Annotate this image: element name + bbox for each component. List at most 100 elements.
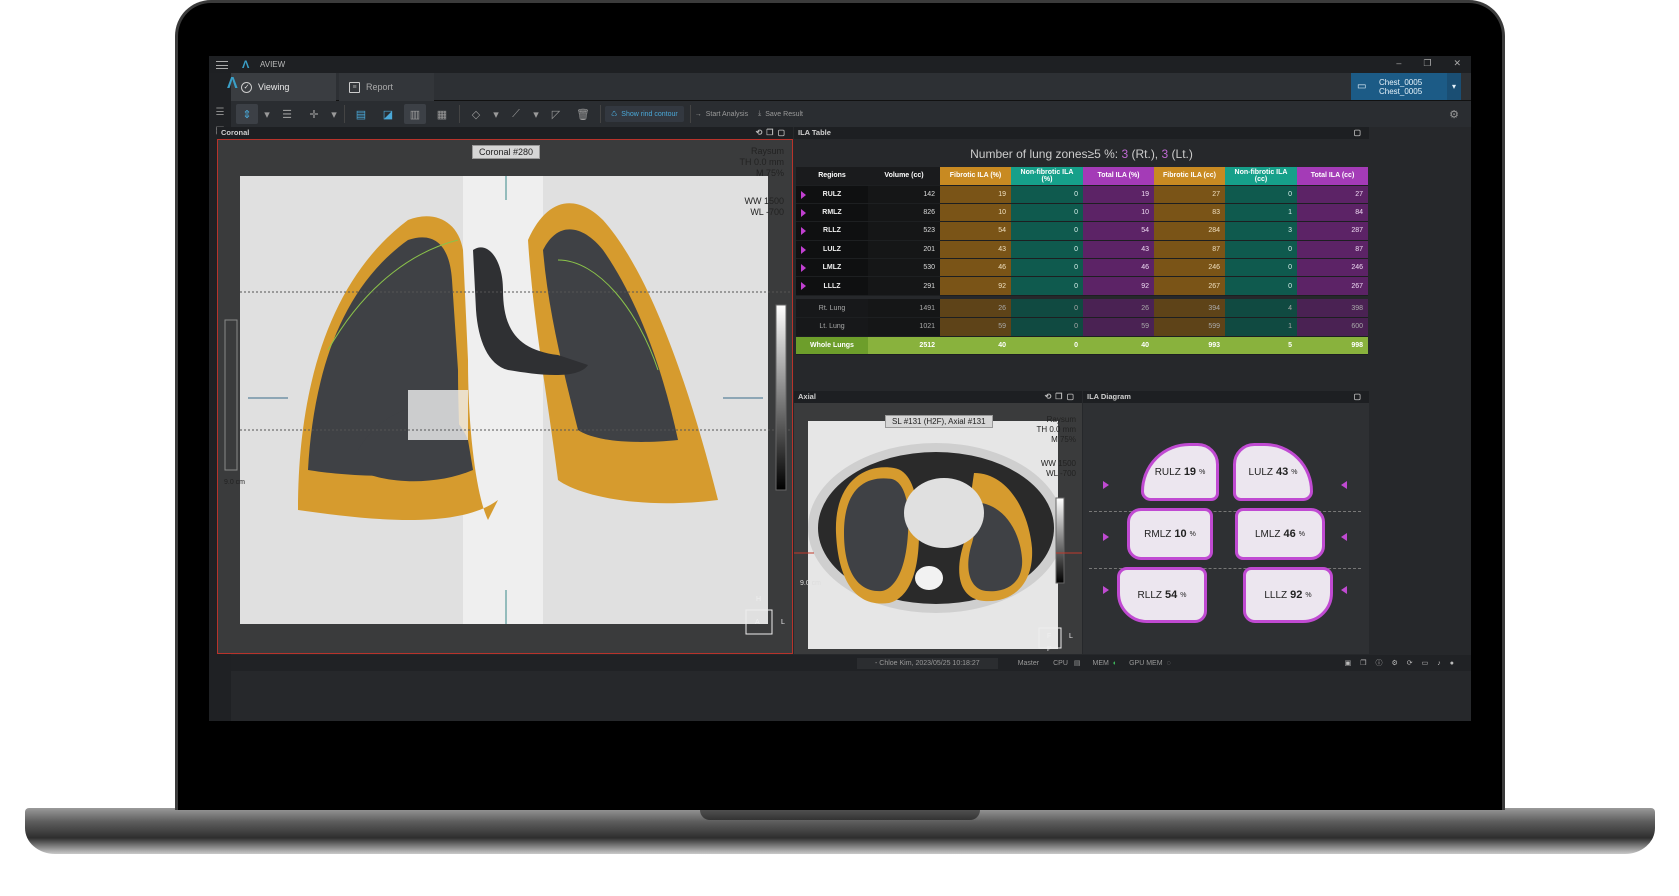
sync-icon[interactable]: ⟳ — [1407, 660, 1422, 667]
menu-icon[interactable] — [216, 60, 228, 69]
compare-icon[interactable]: ▦ — [431, 104, 453, 124]
lobe-lulz[interactable]: LULZ 43% — [1233, 443, 1313, 501]
tab-report-label: Report — [366, 82, 394, 92]
lobe-name: LLLZ — [1264, 589, 1288, 601]
chevron-down-icon[interactable]: ▾ — [532, 104, 540, 124]
annotation-icon[interactable]: ◸ — [545, 104, 567, 124]
lobe-value: 10 — [1174, 528, 1187, 540]
tab-report[interactable]: ≡ Report — [339, 73, 434, 101]
expand-row-icon[interactable] — [801, 208, 806, 217]
eraser-icon[interactable]: ◇ — [465, 104, 487, 124]
coronal-viewport[interactable]: Coronal #280 Raysum TH 0.0 mm M 75% WW 1… — [217, 139, 793, 654]
table-row[interactable]: LMLZ 530 46 0 46 246 0 246 — [796, 258, 1368, 278]
col-header: Non-fibrotic ILA (%) — [1011, 167, 1083, 186]
cell-text: Lt. Lung — [819, 323, 845, 331]
lobe-lllz[interactable]: LLLZ 92% — [1243, 567, 1333, 623]
value-cell: 92 — [940, 276, 1011, 296]
lobe-rllz[interactable]: RLLZ 54% — [1117, 567, 1207, 623]
expand-right-arrow-icon[interactable] — [1103, 586, 1109, 594]
lobe-rulz[interactable]: RULZ 19% — [1141, 443, 1219, 501]
region-cell: Lt. Lung — [796, 317, 868, 337]
info-line: Raysum — [750, 146, 784, 156]
chevron-down-icon[interactable]: ▾ — [492, 104, 500, 124]
lt-zone-count: 3 — [1161, 147, 1169, 161]
copy-icon[interactable]: ❐ — [1360, 660, 1375, 667]
value-cell: 0 — [1011, 317, 1083, 337]
tab-bar: ✓ Viewing ≡ Report — [209, 73, 1471, 101]
axial-scale-label: 9.0 cm — [800, 580, 822, 587]
table-row[interactable]: LULZ 201 43 0 43 87 0 87 — [796, 240, 1368, 260]
expand-row-icon[interactable] — [801, 264, 806, 273]
cell-text: 87 — [1212, 245, 1220, 253]
rt-label: (Rt.), — [1131, 147, 1159, 161]
navigate-tool-icon[interactable]: ⇕ — [236, 104, 258, 124]
expand-left-arrow-icon[interactable] — [1341, 533, 1347, 541]
expand-left-arrow-icon[interactable] — [1341, 481, 1347, 489]
info-line: TH 0.0 mm — [739, 157, 784, 167]
aview-logo-icon: Λ — [242, 58, 250, 71]
user-icon[interactable]: ● — [1450, 660, 1463, 667]
list-icon[interactable]: ☰ — [213, 107, 227, 119]
patient-selector[interactable]: ▭ Chest_0005 Chest_0005 ▾ — [1351, 73, 1461, 100]
show-rind-contour-button[interactable]: ♺ Show rind contour — [605, 106, 684, 122]
gear-icon[interactable]: ⚙ — [1391, 660, 1406, 667]
region-cell: LMLZ — [796, 258, 868, 278]
lobe-lmlz[interactable]: LMLZ 46% — [1235, 508, 1325, 560]
patient-list-icon[interactable]: ☰ — [276, 104, 298, 124]
tab-viewing[interactable]: ✓ Viewing — [231, 73, 336, 101]
cell-text: 87 — [1355, 245, 1363, 253]
value-cell: 0 — [1225, 185, 1297, 204]
settings-panel-icon[interactable]: ⚙ — [1443, 104, 1465, 124]
expand-row-icon[interactable] — [801, 245, 806, 254]
chevron-down-icon[interactable]: ▾ — [330, 104, 338, 124]
report-icon: ≡ — [349, 81, 360, 93]
series-icon[interactable]: ▥ — [404, 104, 426, 124]
cell-text: 4 — [1288, 304, 1292, 312]
trash-icon[interactable]: 🗑 — [572, 104, 594, 124]
cell-text: 394 — [1208, 304, 1220, 312]
cell-text: 2512 — [919, 341, 935, 349]
coronal-info: Raysum TH 0.0 mm M 75% — [739, 146, 784, 179]
table-row[interactable]: RMLZ 826 10 0 10 83 1 84 — [796, 203, 1368, 223]
axial-viewport[interactable]: SL #131 (H2F), Axial #131 Raysum TH 0.0 … — [794, 403, 1082, 654]
close-icon[interactable]: ✕ — [1453, 58, 1461, 69]
title-bar: Λ AVIEW – ❐ ✕ — [209, 56, 1471, 73]
expand-row-icon[interactable] — [801, 282, 806, 291]
panel-controls[interactable]: ⟲❐▢ — [756, 127, 789, 139]
table-row[interactable]: RULZ 142 19 0 19 27 0 27 — [796, 185, 1368, 204]
ila-table-panel: Number of lung zones≥5 %: 3 (Rt.), 3 (Lt… — [794, 139, 1369, 389]
cell-text: Rt. Lung — [818, 304, 846, 312]
table-row[interactable]: RLLZ 523 54 0 54 284 3 287 — [796, 221, 1368, 241]
cell-text: 398 — [1351, 304, 1363, 312]
axial-slice-label: SL #131 (H2F), Axial #131 — [885, 415, 993, 428]
minimize-icon[interactable]: – — [1396, 58, 1401, 69]
expand-left-arrow-icon[interactable] — [1341, 586, 1347, 594]
col-header: Volume (cc) — [868, 167, 940, 186]
expand-right-arrow-icon[interactable] — [1103, 481, 1109, 489]
layer-icon[interactable]: ◪ — [377, 104, 399, 124]
info-icon[interactable]: ⓘ — [1375, 660, 1391, 667]
maximize-icon[interactable]: ▢ — [1353, 127, 1365, 139]
crosshair-icon[interactable]: ✛ — [303, 104, 325, 124]
value-cell: 993 — [1154, 336, 1225, 356]
restore-icon[interactable]: ❐ — [1423, 58, 1431, 69]
layout-icon[interactable]: ▤ — [350, 104, 372, 124]
table-row[interactable]: LLLZ 291 92 0 92 267 0 267 — [796, 276, 1368, 296]
screenshot-icon[interactable]: ▣ — [1345, 660, 1361, 667]
maximize-icon[interactable]: ▢ — [1353, 391, 1365, 403]
bell-icon[interactable]: ♪ — [1437, 660, 1450, 667]
start-analysis-button[interactable]: → Start Analysis — [695, 111, 748, 118]
chevron-down-icon[interactable]: ▾ — [263, 104, 271, 124]
expand-row-icon[interactable] — [801, 227, 806, 236]
expand-row-icon[interactable] — [801, 190, 806, 199]
save-result-button[interactable]: ⤓ Save Result — [758, 110, 803, 118]
expand-right-arrow-icon[interactable] — [1103, 533, 1109, 541]
window-icon[interactable]: ▭ — [1422, 660, 1438, 667]
value-cell: 530 — [868, 258, 940, 278]
coronal-panel-header: Coronal ⟲❐▢ — [217, 127, 793, 139]
lobe-rmlz[interactable]: RMLZ 10% — [1127, 508, 1213, 560]
panel-controls[interactable]: ⟲❐▢ — [1045, 391, 1078, 403]
chevron-down-icon[interactable]: ▾ — [1447, 73, 1461, 100]
measure-icon[interactable]: ⟋ — [505, 104, 527, 124]
cell-text: 267 — [1208, 282, 1220, 290]
